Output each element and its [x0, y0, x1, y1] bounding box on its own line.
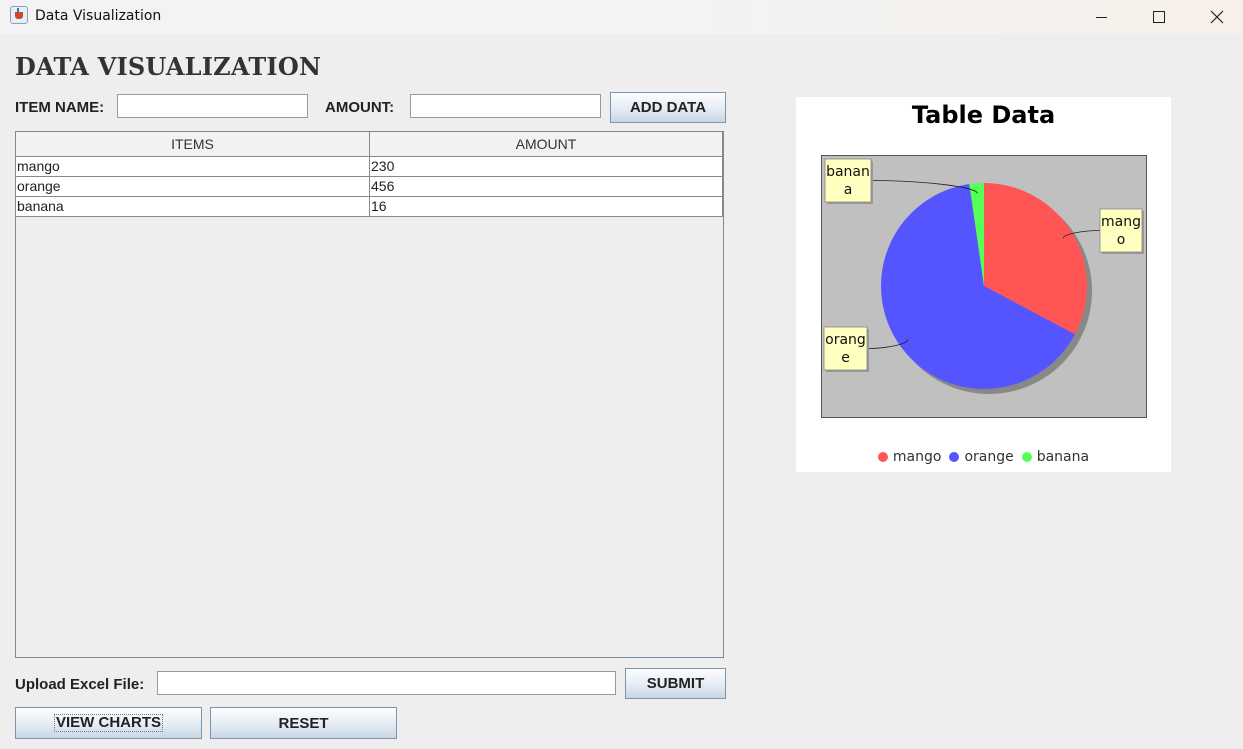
chart-plot-area: mang o orang e banan a [821, 155, 1147, 418]
maximize-button[interactable] [1130, 0, 1188, 34]
slice-label-text: a [844, 182, 853, 198]
legend-label: banana [1036, 449, 1090, 465]
java-app-icon [10, 6, 28, 24]
column-header-items[interactable]: ITEMS [16, 132, 370, 157]
view-charts-label: VIEW CHARTS [54, 714, 163, 732]
table-cell-item[interactable]: banana [16, 197, 370, 217]
table-row[interactable]: mango 230 [16, 157, 723, 177]
slice-label-text: mang [1101, 214, 1141, 230]
legend-swatch [949, 452, 960, 462]
close-icon [1210, 10, 1224, 24]
minimize-icon [1095, 16, 1107, 18]
chart-legend: mango orange banana [796, 449, 1171, 465]
table-cell-item[interactable]: mango [16, 157, 370, 177]
slice-label-text: o [1117, 232, 1126, 248]
item-name-label: ITEM NAME: [15, 99, 105, 116]
table-row[interactable]: orange 456 [16, 177, 723, 197]
maximize-icon [1153, 11, 1165, 23]
window-titlebar: Data Visualization [0, 0, 1243, 34]
reset-button[interactable]: RESET [210, 707, 397, 739]
table-cell-amount[interactable]: 16 [370, 197, 723, 217]
slice-label-text: banan [826, 164, 870, 180]
column-header-amount[interactable]: AMOUNT [370, 132, 723, 157]
table-cell-item[interactable]: orange [16, 177, 370, 197]
slice-label-text: orang [825, 332, 866, 348]
legend-swatch [1021, 452, 1032, 462]
minimize-button[interactable] [1072, 0, 1130, 34]
legend-label: mango [892, 449, 942, 465]
legend-label: orange [964, 449, 1014, 465]
pie-chart: mang o orang e banan a [823, 158, 1144, 394]
submit-button[interactable]: SUBMIT [625, 668, 726, 699]
amount-label: AMOUNT: [325, 99, 395, 116]
table-cell-amount[interactable]: 230 [370, 157, 723, 177]
add-data-button[interactable]: ADD DATA [610, 92, 726, 123]
legend-item-mango: mango [877, 449, 942, 465]
window-title: Data Visualization [35, 8, 162, 24]
chart-title: Table Data [911, 101, 1056, 129]
view-charts-button[interactable]: VIEW CHARTS [15, 707, 202, 739]
slice-label-text: e [841, 350, 850, 366]
close-button[interactable] [1188, 0, 1243, 34]
data-table[interactable]: ITEMS AMOUNT mango 230 orange 456 banana… [15, 131, 724, 658]
amount-input[interactable] [410, 94, 601, 118]
legend-item-orange: orange [949, 449, 1014, 465]
table-row[interactable]: banana 16 [16, 197, 723, 217]
legend-item-banana: banana [1021, 449, 1090, 465]
legend-swatch [877, 452, 888, 462]
table-cell-amount[interactable]: 456 [370, 177, 723, 197]
pie-chart-panel: Table Data mang o orang e banan a mango orange… [796, 97, 1171, 472]
file-path-input[interactable] [157, 671, 616, 695]
page-title: DATA VISUALIZATION [15, 52, 322, 81]
item-name-input[interactable] [117, 94, 308, 118]
upload-label: Upload Excel File: [15, 676, 145, 693]
